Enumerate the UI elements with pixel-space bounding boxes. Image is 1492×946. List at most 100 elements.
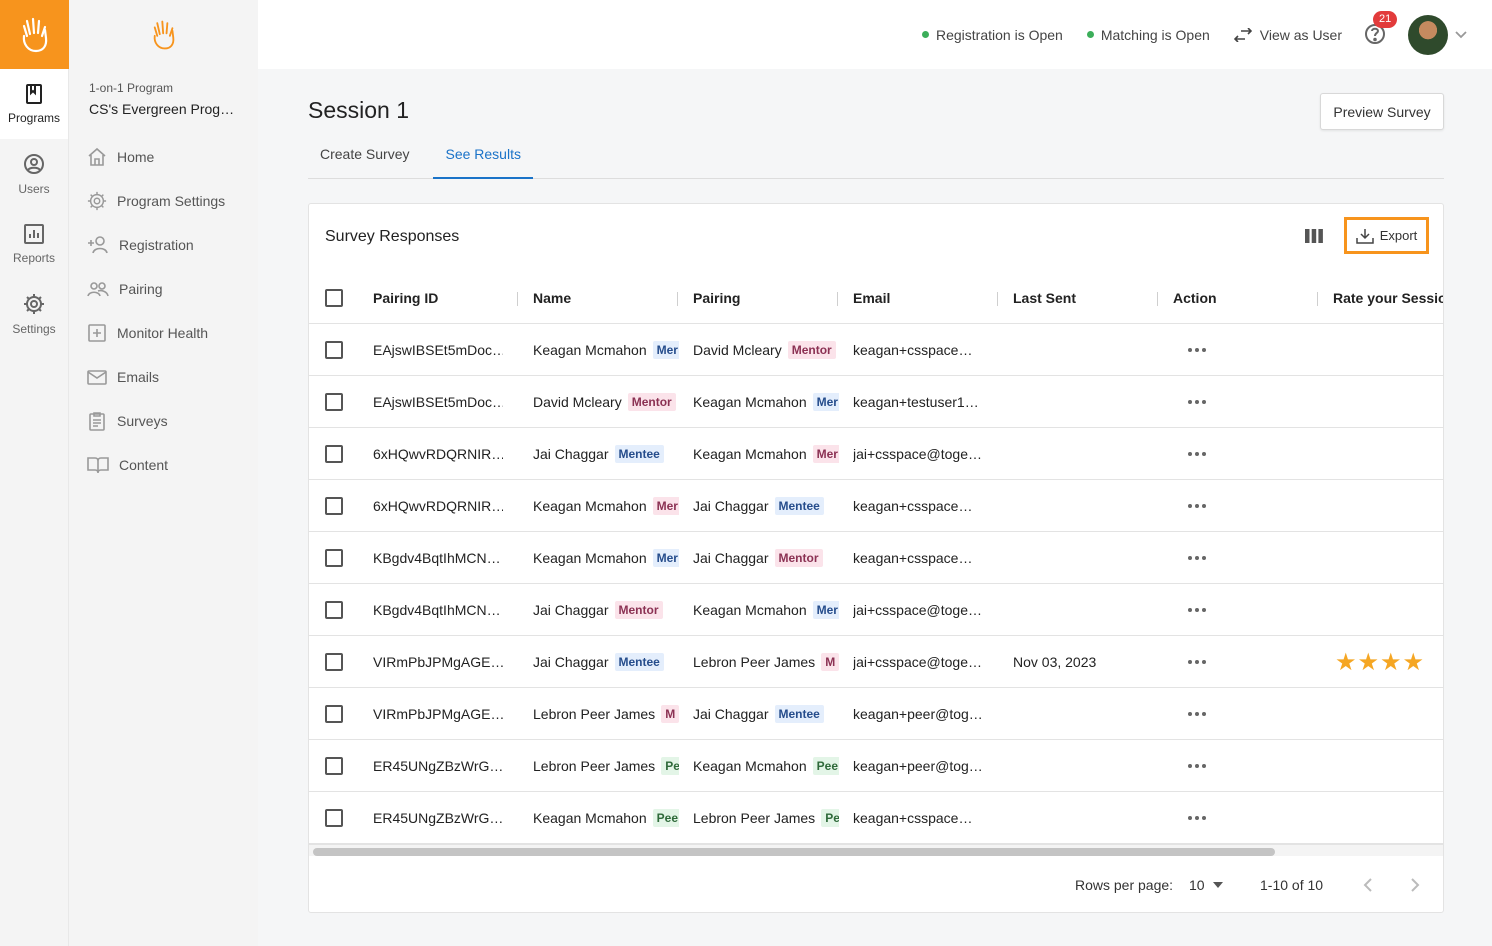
sidebar-item-monitor-health[interactable]: Monitor Health (69, 311, 258, 355)
role-tag: Mer (812, 393, 839, 411)
row-checkbox[interactable] (325, 549, 343, 567)
table-row[interactable]: 6xHQwvRDQRNIR… Keagan Mcmahon Mer Jai Chagg… (309, 480, 1443, 532)
column-separator[interactable] (517, 292, 518, 306)
row-checkbox[interactable] (325, 809, 343, 827)
horizontal-scrollbar[interactable] (309, 844, 1443, 856)
rail-item-settings[interactable]: Settings (0, 279, 68, 349)
email-cell: jai+csspace@toge… (853, 446, 983, 462)
column-separator[interactable] (1317, 292, 1318, 306)
more-actions-icon[interactable] (1188, 504, 1206, 508)
chevron-right-icon[interactable] (1410, 877, 1420, 893)
row-checkbox[interactable] (325, 341, 343, 359)
table-row[interactable]: EAjswIBSEt5mDoc… Keagan Mcmahon Mer David M… (309, 324, 1443, 376)
column-header-name[interactable]: Name (533, 272, 663, 324)
sidebar-item-emails[interactable]: Emails (69, 355, 258, 399)
wave-hand-icon (153, 20, 174, 49)
columns-icon[interactable] (1305, 229, 1323, 243)
row-checkbox[interactable] (325, 497, 343, 515)
chevron-left-icon[interactable] (1363, 877, 1373, 893)
avatar[interactable] (1408, 14, 1448, 55)
rows-per-page-select[interactable]: 10 (1189, 877, 1223, 893)
role-tag: Pe (821, 809, 839, 827)
select-all-checkbox[interactable] (325, 289, 343, 307)
more-actions-icon[interactable] (1188, 608, 1206, 612)
page-title: Session 1 (308, 97, 410, 123)
chevron-down-icon[interactable] (1454, 30, 1468, 40)
notification-badge: 21 (1373, 10, 1398, 28)
row-checkbox[interactable] (325, 757, 343, 775)
column-separator[interactable] (677, 292, 678, 306)
table-row[interactable]: EAjswIBSEt5mDoc… David Mcleary Mentor Keaga… (309, 376, 1443, 428)
sidebar-item-content[interactable]: Content (69, 443, 258, 487)
more-actions-icon[interactable] (1188, 348, 1206, 352)
mail-icon (87, 370, 107, 385)
preview-survey-button[interactable]: Preview Survey (1320, 93, 1444, 130)
rating-stars (1335, 584, 1443, 636)
brand-logo[interactable] (0, 0, 69, 69)
sidebar-item-program-settings[interactable]: Program Settings (69, 179, 258, 223)
role-tag: Mentee (614, 653, 664, 671)
name-cell: Jai Chaggar Mentee (533, 636, 679, 688)
rail-item-programs[interactable]: Programs (0, 69, 68, 139)
name-cell: Jai Chaggar Mentee (533, 428, 679, 480)
column-separator[interactable] (1157, 292, 1158, 306)
name-text: Jai Chaggar (533, 446, 609, 462)
view-as-user-button[interactable]: View as User (1233, 26, 1342, 43)
view-as-user-label: View as User (1259, 26, 1342, 43)
more-actions-icon[interactable] (1188, 556, 1206, 560)
top-bar: Registration is Open Matching is Open Vi… (258, 0, 1492, 69)
sidebar-item-registration[interactable]: Registration (69, 223, 258, 267)
table-row[interactable]: ER45UNgZBzWrG… Lebron Peer James Pe Keagan … (309, 740, 1443, 792)
sidebar-item-pairing[interactable]: Pairing (69, 267, 258, 311)
more-actions-icon[interactable] (1188, 764, 1206, 768)
role-tag: Mer (652, 549, 679, 567)
row-checkbox[interactable] (325, 393, 343, 411)
pairing-id-cell: VIRmPbJPMgAGE… (373, 706, 503, 722)
scrollbar-thumb[interactable] (313, 848, 1275, 856)
column-header-pairing[interactable]: Pairing (693, 272, 823, 324)
rating-stars (1335, 792, 1443, 844)
table-row[interactable]: VIRmPbJPMgAGE… Jai Chaggar Mentee Lebron Pe… (309, 636, 1443, 688)
program-name[interactable]: CS's Evergreen Prog… (89, 101, 249, 117)
table-row[interactable]: KBgdv4BqtIhMCN… Jai Chaggar Mentor Keagan M… (309, 584, 1443, 636)
export-button[interactable]: Export (1344, 217, 1429, 254)
tab-see-results[interactable]: See Results (433, 135, 533, 179)
column-header-rating[interactable]: Rate your Session (1333, 272, 1443, 324)
table-row[interactable]: ER45UNgZBzWrG… Keagan Mcmahon Pee Lebron Pe… (309, 792, 1443, 844)
sidebar-item-surveys[interactable]: Surveys (69, 399, 258, 443)
email-cell: keagan+csspace… (853, 342, 973, 358)
more-actions-icon[interactable] (1188, 816, 1206, 820)
column-header-last-sent[interactable]: Last Sent (1013, 272, 1143, 324)
rail-item-label: Users (18, 181, 50, 196)
email-cell: jai+csspace@toge… (853, 602, 983, 618)
more-actions-icon[interactable] (1188, 400, 1206, 404)
table-row[interactable]: KBgdv4BqtIhMCN… Keagan Mcmahon Mer Jai Chag… (309, 532, 1443, 584)
column-header-action[interactable]: Action (1173, 272, 1303, 324)
column-separator[interactable] (837, 292, 838, 306)
column-header-email[interactable]: Email (853, 272, 983, 324)
action-cell (1188, 428, 1228, 480)
row-checkbox[interactable] (325, 653, 343, 671)
row-checkbox[interactable] (325, 601, 343, 619)
more-actions-icon[interactable] (1188, 452, 1206, 456)
row-checkbox[interactable] (325, 445, 343, 463)
help-button[interactable]: 21 (1364, 10, 1398, 47)
rail-item-users[interactable]: Users (0, 139, 68, 209)
pairing-text: Keagan Mcmahon (693, 394, 807, 410)
last-sent-cell (1013, 324, 1143, 376)
action-cell (1188, 792, 1228, 844)
role-tag: Pee (652, 809, 679, 827)
sidebar-item-home[interactable]: Home (69, 135, 258, 179)
pairing-cell: Jai Chaggar Mentor (693, 532, 839, 584)
table-row[interactable]: VIRmPbJPMgAGE… Lebron Peer James M Jai Chag… (309, 688, 1443, 740)
row-checkbox[interactable] (325, 705, 343, 723)
pairing-id-cell: 6xHQwvRDQRNIR… (373, 446, 503, 462)
more-actions-icon[interactable] (1188, 712, 1206, 716)
more-actions-icon[interactable] (1188, 660, 1206, 664)
rail-item-reports[interactable]: Reports (0, 209, 68, 279)
clipboard-icon (89, 412, 105, 431)
column-header-pairing-id[interactable]: Pairing ID (373, 272, 503, 324)
column-separator[interactable] (997, 292, 998, 306)
tab-create-survey[interactable]: Create Survey (308, 135, 421, 179)
table-row[interactable]: 6xHQwvRDQRNIR… Jai Chaggar Mentee Keagan Mc… (309, 428, 1443, 480)
